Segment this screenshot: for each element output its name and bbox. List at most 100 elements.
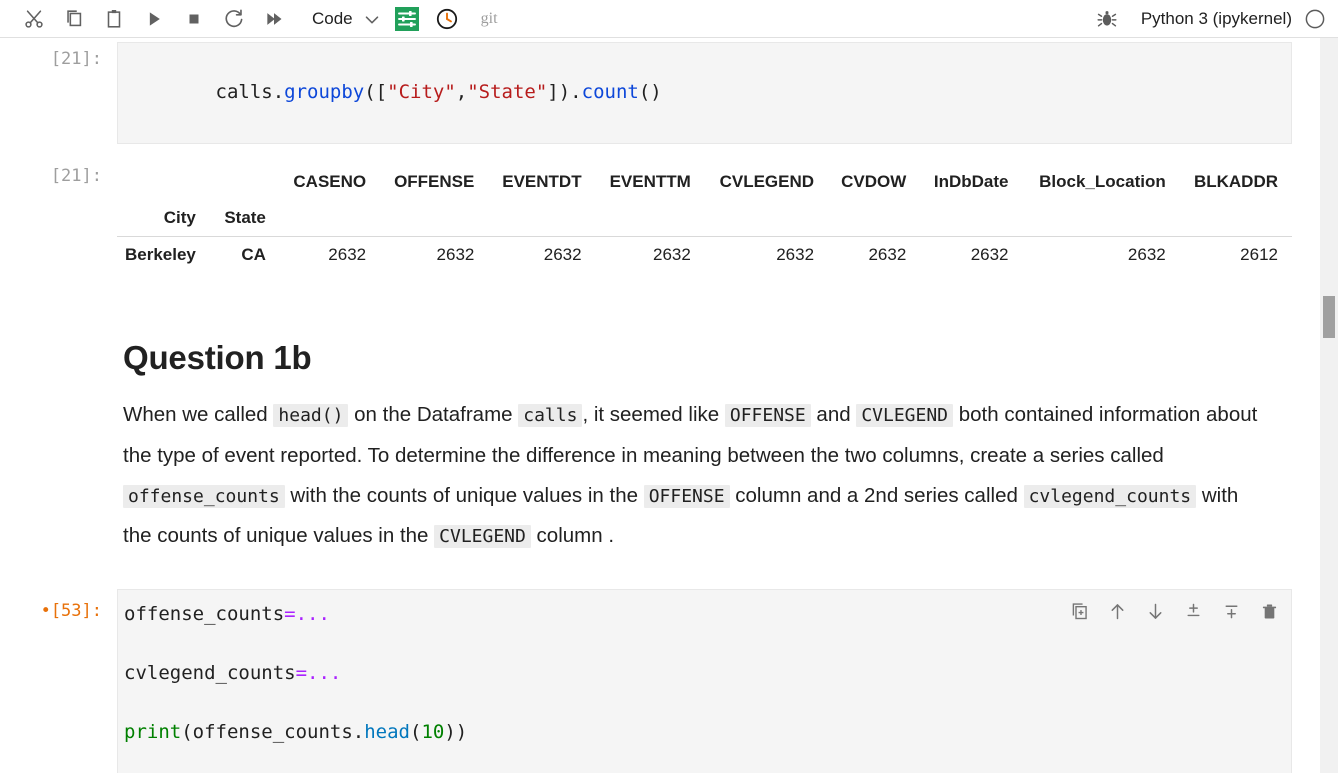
output-cell-21: [21]: CASENO OFFENSE EVENTDT EVENTTM CVL… [0,160,1320,273]
restart-icon[interactable] [214,3,254,35]
dataframe-blank [380,200,488,237]
dataframe-blank [1023,200,1180,237]
code-cell-21[interactable]: [21]: calls.groupby(["City","State"]).co… [0,42,1320,145]
code-token: head [364,720,410,743]
cell-prompt-in-53: •[53]: [0,601,112,621]
code-token: "State" [467,81,548,104]
dataframe-col-header: BLKADDR [1193,172,1278,192]
dataframe-blank [596,200,705,237]
code-token: )) [444,720,468,743]
inline-code: calls [518,404,583,428]
dataframe-row-index-state: CA [241,245,266,265]
dataframe-blank [1180,200,1292,237]
dataframe-corner-blank [117,164,210,200]
code-token: = [284,602,296,625]
notebook-window: Code git Python 3 (ipykernel) [21]: call… [0,0,1338,773]
debugger-bug-icon[interactable] [1087,3,1127,35]
vertical-scrollbar-thumb[interactable] [1323,296,1335,338]
cut-icon[interactable] [14,3,54,35]
copy-icon[interactable] [54,3,94,35]
code-token: ... [307,661,342,684]
code-cell-53[interactable]: •[53]: offense_counts=... cvlegend_count… [0,588,1320,773]
dataframe-cell: 2612 [1240,245,1278,265]
dataframe-column-header-row: CASENO OFFENSE EVENTDT EVENTTM CVLEGEND … [117,164,1292,200]
inline-code: OFFENSE [724,404,811,428]
dataframe-blank [920,200,1022,237]
kernel-status-indicator[interactable] [1302,3,1328,35]
code-token: , [455,81,468,104]
dataframe-body: Berkeley CA 2632 2632 2632 2632 2632 263… [117,236,1292,274]
markdown-text-run: When we called [123,403,274,427]
cell-prompt-text: [53]: [50,600,102,621]
code-token: = [295,661,308,684]
cell-action-toolbar [1058,594,1290,629]
dataframe-cell: 2632 [436,245,475,265]
code-token: 10 [421,720,445,743]
markdown-cell-question-1b[interactable]: Question 1b When we called head() on the… [0,311,1320,567]
cell-prompt-out-21: [21]: [50,166,102,187]
insert-cell-below-icon[interactable] [1216,597,1246,627]
dataframe-blank [280,200,380,237]
insert-cell-above-icon[interactable] [1178,597,1208,627]
cell-type-select[interactable]: Code [302,4,387,34]
paste-icon[interactable] [94,3,134,35]
run-icon[interactable] [134,3,174,35]
inline-code: CVLEGEND [434,525,531,549]
inline-code: CVLEGEND [856,404,954,428]
settings-sliders-icon[interactable] [387,3,427,35]
code-token: cvlegend_counts [124,661,296,684]
inline-code: offense_counts [123,485,285,509]
inline-code: head() [273,404,349,428]
markdown-text-run: with the counts of unique values in the [284,484,644,508]
page-title: Question 1b [123,339,312,377]
stop-icon[interactable] [174,3,214,35]
dataframe-head: CASENO OFFENSE EVENTDT EVENTTM CVLEGEND … [117,164,1292,237]
dataframe-col-header: CVDOW [841,172,907,192]
cell-type-value: Code [312,8,353,28]
notebook-scroll-area[interactable]: [21]: calls.groupby(["City","State"]).co… [0,38,1320,773]
dataframe-col-header: OFFENSE [394,172,475,192]
dataframe-cell: 2632 [543,245,582,265]
markdown-text-run: and [810,403,857,427]
duplicate-cell-icon[interactable] [1064,597,1094,627]
dataframe-col-header: EVENTDT [502,172,582,192]
dataframe-blank [488,200,595,237]
markdown-text-run: column . [530,524,615,548]
git-label[interactable]: git [481,10,498,28]
dataframe-output: CASENO OFFENSE EVENTDT EVENTTM CVLEGEND … [117,160,1292,273]
delete-cell-icon[interactable] [1254,597,1284,627]
code-token: groupby [284,81,365,104]
inline-code: cvlegend_counts [1023,485,1197,509]
dataframe-col-header: Block_Location [1039,172,1166,192]
cell-modified-dot: • [40,600,51,621]
dataframe-cell: 2632 [868,245,907,265]
move-cell-up-icon[interactable] [1102,597,1132,627]
cell-prompt-in-21: [21]: [50,49,102,69]
dataframe-col-header: CVLEGEND [719,172,815,192]
restart-run-all-icon[interactable] [254,3,294,35]
dataframe-cell: 2632 [652,245,691,265]
code-token: offense_counts [124,602,285,625]
history-clock-icon[interactable] [427,3,467,35]
code-editor-21[interactable]: calls.groupby(["City","State"]).count() [117,42,1292,145]
dataframe-cell: 2632 [328,245,367,265]
code-token: count [581,81,639,104]
dataframe-col-header: InDbDate [933,172,1009,192]
code-token: ... [295,602,330,625]
kernel-name-label[interactable]: Python 3 (ipykernel) [1141,9,1292,29]
dataframe-corner-blank [210,164,280,200]
dataframe-row-index-city: Berkeley [125,245,196,265]
dataframe-index-name-state: State [224,208,266,228]
move-cell-down-icon[interactable] [1140,597,1170,627]
dataframe-cell: 2632 [1127,245,1166,265]
code-token: () [638,81,662,104]
markdown-content: Question 1b When we called head() on the… [117,311,1265,567]
dataframe-cell: 2632 [970,245,1009,265]
vertical-scrollbar-track[interactable] [1320,38,1338,773]
toolbar-right-group: Python 3 (ipykernel) [1087,0,1328,38]
markdown-paragraph: When we called head() on the Dataframe c… [123,395,1265,557]
notebook-toolbar: Code git Python 3 (ipykernel) [0,0,1338,38]
code-token: (offense_counts. [181,720,365,743]
markdown-text-run: , it seemed like [582,403,725,427]
dataframe-col-header: CASENO [293,172,367,192]
